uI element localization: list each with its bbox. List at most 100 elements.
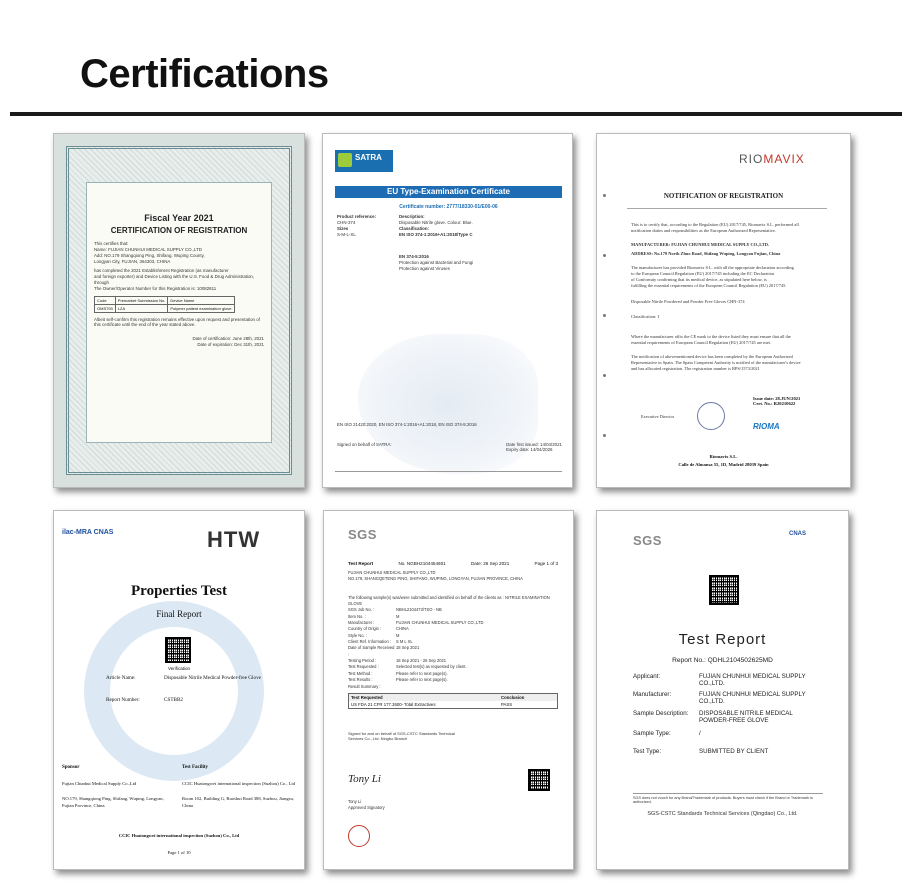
field-value: /	[699, 730, 701, 737]
signature: Tony Li	[348, 773, 381, 785]
article-row: Article Name: Disposable Nitrile Medical…	[106, 675, 286, 683]
report-title: Properties Test	[131, 583, 227, 599]
cell: NO.179, SHANGQETENG PING, SHIFANG, WUPIN…	[348, 576, 523, 582]
cert-line: Classification: I	[631, 314, 659, 320]
sponsor-line: Fujian Chunhui Medical Supply Co.,Ltd	[62, 781, 137, 786]
table-cell: Polymer patient examination glove	[167, 303, 235, 313]
notification-of-registration[interactable]: RIOMAVIX NOTIFICATION OF REGISTRATION Th…	[596, 133, 851, 488]
field-label: Manufacturer:	[633, 691, 672, 698]
signed-statement: Signed for and on behalf of SGS-CSTC Sta…	[348, 730, 455, 742]
result-table: Test Requested Conclusion US FDA 21 CFR 1…	[348, 692, 558, 709]
cell: US FDA 21 CFR 177.2600- Total Extractive…	[351, 701, 436, 707]
report-number: Report No.: QDHL2104502625MD	[672, 657, 773, 664]
signatory: Tony Li Approved Signatory	[348, 799, 385, 810]
certificate-title: EU Type-Examination Certificate	[335, 186, 562, 198]
sgs-logo: SGS	[633, 533, 662, 548]
address-line: Calle de Almansa 55, 1D, Madrid 28039 Sp…	[678, 462, 769, 467]
cert-line: fulfilling the essential requirements of…	[631, 282, 787, 288]
facility-info: CCIC Huatongwei international inspection…	[182, 781, 298, 810]
sponsor-line: NO.179, Shangqiong Ping, Shifang, Wuping…	[62, 795, 164, 808]
cert-line: notification duties and responsibilities…	[631, 227, 776, 233]
address-line: Riomavix S.L.	[709, 454, 738, 459]
issue-info: Issue date: 28.JUN/2021 Cert. No.: R20210…	[753, 396, 800, 406]
table-cell: OMS793	[94, 303, 116, 313]
page-title: Certifications	[80, 52, 329, 96]
cell: S-M-L-XL	[337, 231, 356, 237]
cell: PASS	[501, 701, 513, 707]
fiscal-year: Fiscal Year 2021	[144, 213, 214, 223]
report-subtitle: Final Report	[156, 609, 202, 619]
sponsor-label: Sponsor	[62, 765, 80, 770]
field-value: FUJIAN CHUNHUI MEDICAL SUPPLY CO.,LTD.	[699, 673, 806, 688]
certificate-heading: CERTIFICATION OF REGISTRATION	[110, 226, 248, 235]
header-cell: Test Requested	[351, 694, 383, 700]
cert-number: Cert. No.: R20210622	[753, 401, 796, 406]
sponsor-info: Fujian Chunhui Medical Supply Co.,Ltd NO.…	[62, 781, 172, 810]
cert-line: and has allocated registration. The regi…	[631, 366, 760, 372]
field-value: SUBMITTED BY CLIENT	[699, 748, 769, 755]
header-cell: Conclusion	[501, 694, 525, 700]
executive-director: Executive Director	[641, 414, 675, 419]
report-footer: CCIC Huatongwei international inspection…	[54, 833, 304, 855]
report-value: CSTBB2	[164, 697, 184, 703]
cert-line: ADDRESS: No.179 North Zhuo Road, Shifang…	[631, 250, 781, 256]
facility-label: Test Facility	[182, 765, 209, 770]
certificate-title: NOTIFICATION OF REGISTRATION	[663, 192, 784, 200]
riomavix-logo: RIOMAVIX	[739, 152, 805, 166]
cell: Date of Sample Received :	[348, 645, 395, 657]
properties-test-report[interactable]: ilac-MRA CNAS HTW Properties Test Final …	[53, 510, 305, 870]
cell: EN ISO 374-1:2016+A1:2018/Type C	[399, 231, 473, 237]
report-number-row: Report Number: CSTBB2	[106, 697, 183, 703]
facility-line: CCIC Huatongwei international inspection…	[182, 781, 296, 786]
article-label: Article Name:	[106, 675, 136, 681]
sgs-test-report-qingdao[interactable]: SGS CNAS Test Report Report No.: QDHL210…	[596, 510, 849, 870]
binder-hole	[603, 374, 606, 377]
cert-date: Date of expiration: Dec 31th, 2021	[197, 342, 264, 348]
cell: Please refer to next page(s).	[396, 677, 448, 683]
cert-line: and foreign exporter) and Device Listing…	[94, 273, 255, 279]
row: Result Summary :	[348, 684, 558, 690]
fda-registration-certificate[interactable]: Fiscal Year 2021 CERTIFICATION OF REGIST…	[53, 133, 305, 488]
certificate-number: Certificate number: 2777/18330-01/E00-06	[399, 204, 498, 210]
cert-note: Albeit self-confirm this registration re…	[94, 316, 260, 328]
footer-line: CCIC Huatongwei international inspection…	[118, 833, 240, 838]
qr-code-icon	[165, 637, 191, 663]
company-address: Riomavix S.L. Calle de Almansa 55, 1D, Ma…	[597, 454, 850, 467]
signed-label: Signed on behalf of SATRA:	[337, 441, 392, 447]
report-title: Test Report	[678, 631, 767, 648]
cert-line: MANUFACTURER: FUJIAN CHUNHUI MEDICAL SUP…	[631, 241, 769, 247]
field-label: Test Type:	[633, 748, 662, 755]
field-label: Sample Type:	[633, 730, 671, 737]
report-body: Test Report No. NGBH2104454601 Date: 26 …	[348, 561, 558, 742]
field-manufacturer: Manufacturer: FUJIAN CHUNHUI MEDICAL SUPP…	[633, 691, 823, 705]
row: Date of Sample Received :18 Sep 2021	[348, 645, 558, 658]
certificate-body: Product reference: Description: CHN-374 Di…	[337, 214, 562, 453]
cell: NBHL2104473/TSO - NB	[396, 607, 442, 613]
report-date: Date: 26 Sep 2021	[470, 561, 510, 566]
qr-code-icon	[709, 575, 739, 605]
sgs-test-report-ningbo[interactable]: SGS Test Report No. NGBH2104454601 Date:…	[323, 510, 574, 870]
sgs-logo: SGS	[348, 527, 377, 542]
eu-type-examination-certificate[interactable]: SATRA EU Type-Examination Certificate Ce…	[322, 133, 573, 488]
table-row: US FDA 21 CFR 177.2600- Total Extractive…	[349, 701, 557, 708]
cell: FUJIAN CHUNHUI MEDICAL SUPPLY CO.,LTD	[396, 620, 484, 626]
divider	[627, 208, 827, 209]
cell	[337, 266, 399, 272]
device-table: Code Premarket Submission No. Device Name …	[94, 295, 235, 313]
verification-label: Verification	[167, 666, 190, 671]
page-number: Page 1 of 3	[534, 561, 559, 566]
logo-text: RIO	[739, 152, 764, 166]
official-stamp	[697, 402, 725, 430]
report-header: Test Report No. NGBH2104454601 Date: 26 …	[348, 561, 558, 566]
certificate-body: This is to certify that, according to th…	[631, 214, 827, 372]
accreditation-logos: ilac-MRA CNAS	[62, 529, 114, 536]
field-sample-type: Sample Type: /	[633, 730, 823, 737]
row: S-M-L-XL EN ISO 374-1:2016+A1:2018/Type C	[337, 232, 562, 238]
cert-line: The Owner/Operator Number for this Regis…	[94, 285, 217, 291]
article-value: Disposable Nitrile Medical Powder-free G…	[164, 675, 261, 681]
signatory-title: Approved Signatory	[348, 804, 385, 810]
field-label: Applicant:	[633, 673, 661, 680]
report-label: Report Number:	[106, 697, 140, 703]
cell: 18 Sep 2021	[396, 645, 420, 651]
field-applicant: Applicant: FUJIAN CHUNHUI MEDICAL SUPPLY …	[633, 673, 823, 687]
